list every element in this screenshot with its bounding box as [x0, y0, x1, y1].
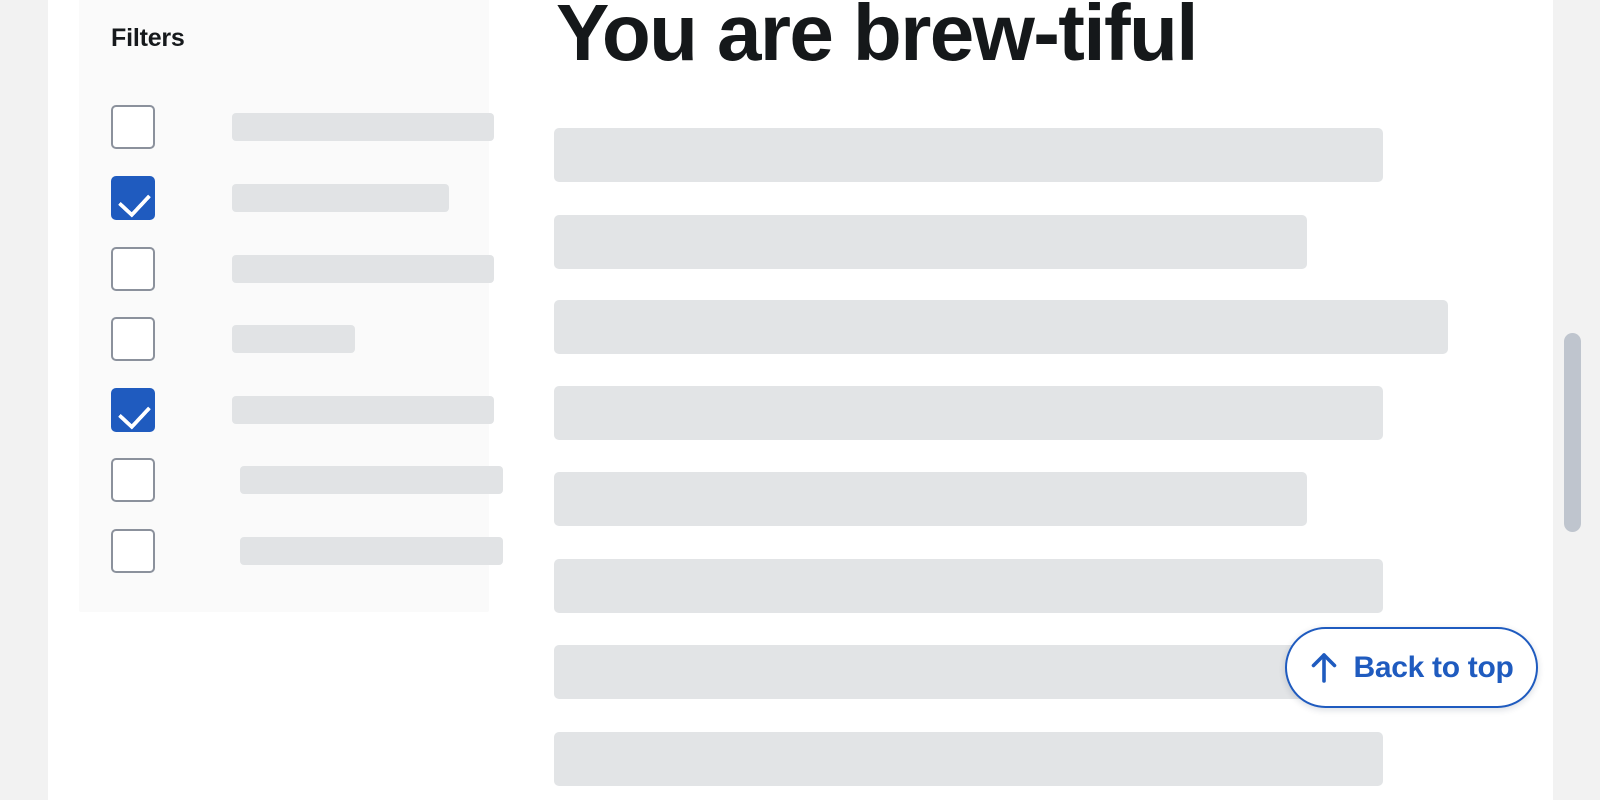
checkbox-empty-icon[interactable]	[111, 529, 155, 573]
filter-label-placeholder	[232, 396, 494, 424]
checkbox-empty-icon[interactable]	[111, 105, 155, 149]
content-skeleton-bar	[554, 386, 1383, 440]
filter-label-placeholder	[240, 466, 503, 494]
content-skeleton-bar	[554, 645, 1383, 699]
filter-row[interactable]	[111, 458, 503, 502]
page-title: You are brew-tiful	[556, 0, 1198, 77]
checkbox-empty-icon[interactable]	[111, 317, 155, 361]
checkbox-empty-icon[interactable]	[111, 247, 155, 291]
checkbox-checked-icon[interactable]	[111, 388, 155, 432]
filter-label-placeholder	[232, 113, 494, 141]
filters-panel: Filters	[79, 0, 503, 612]
content-skeleton-bar	[554, 559, 1383, 613]
filter-row[interactable]	[111, 176, 449, 220]
checkbox-checked-icon[interactable]	[111, 176, 155, 220]
scrollbar-track[interactable]	[1553, 0, 1600, 800]
filter-row[interactable]	[111, 317, 355, 361]
filter-label-placeholder	[232, 184, 449, 212]
filter-row[interactable]	[111, 529, 503, 573]
back-to-top-button[interactable]: Back to top	[1285, 627, 1538, 708]
content-skeleton-bar	[554, 128, 1383, 182]
page-canvas: Filters You are brew-tiful Back to top	[48, 0, 1553, 800]
filters-heading: Filters	[111, 24, 185, 52]
back-to-top-label: Back to top	[1353, 650, 1514, 684]
filter-row[interactable]	[111, 247, 494, 291]
checkbox-empty-icon[interactable]	[111, 458, 155, 502]
content-skeleton-bar	[554, 732, 1383, 786]
content-skeleton-bar	[554, 300, 1448, 354]
filter-label-placeholder	[232, 325, 355, 353]
arrow-up-icon	[1309, 652, 1339, 684]
page-root: Filters You are brew-tiful Back to top	[0, 0, 1600, 800]
filter-label-placeholder	[240, 537, 503, 565]
filter-row[interactable]	[111, 105, 494, 149]
filter-row[interactable]	[111, 388, 494, 432]
content-skeleton-bar	[554, 215, 1307, 269]
scrollbar-thumb[interactable]	[1564, 333, 1581, 532]
content-skeleton-bar	[554, 472, 1307, 526]
filter-label-placeholder	[232, 255, 494, 283]
